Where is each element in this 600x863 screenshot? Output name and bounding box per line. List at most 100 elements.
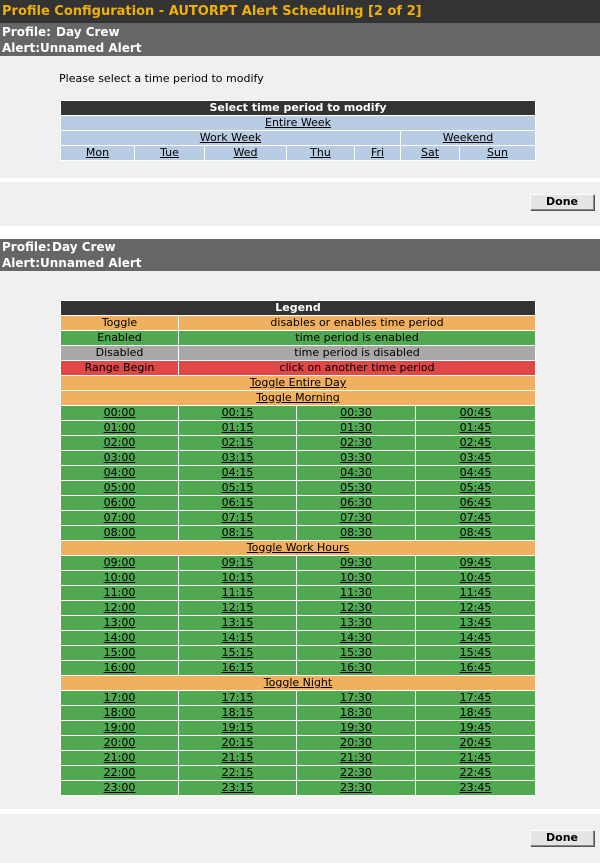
time-slot[interactable]: 20:45 xyxy=(414,735,537,751)
time-slot[interactable]: 09:15 xyxy=(178,555,297,571)
time-slot[interactable]: 03:00 xyxy=(60,450,179,466)
time-slot[interactable]: 12:15 xyxy=(178,600,297,616)
time-slot[interactable]: 01:00 xyxy=(60,420,179,436)
done-button[interactable]: Done xyxy=(530,194,594,210)
done-button[interactable]: Done xyxy=(530,830,594,846)
toggle-entire-day-link[interactable]: Toggle Entire Day xyxy=(59,375,537,391)
time-slot[interactable]: 01:15 xyxy=(178,420,297,436)
time-slot[interactable]: 15:00 xyxy=(60,645,179,661)
time-slot[interactable]: 11:00 xyxy=(60,585,179,601)
time-slot[interactable]: 18:15 xyxy=(178,705,297,721)
time-slot[interactable]: 02:15 xyxy=(178,435,297,451)
time-slot[interactable]: 16:00 xyxy=(60,660,179,676)
time-slot[interactable]: 21:15 xyxy=(178,750,297,766)
time-slot[interactable]: 00:00 xyxy=(60,405,179,421)
time-slot[interactable]: 16:30 xyxy=(296,660,416,676)
time-slot[interactable]: 09:45 xyxy=(414,555,537,571)
time-slot[interactable]: 15:30 xyxy=(296,645,416,661)
time-slot[interactable]: 17:45 xyxy=(414,690,537,706)
day-link-sun[interactable]: Sun xyxy=(459,145,536,161)
time-slot[interactable]: 13:00 xyxy=(60,615,179,631)
day-link-tue[interactable]: Tue xyxy=(134,145,205,161)
time-slot[interactable]: 18:00 xyxy=(60,705,179,721)
time-slot[interactable]: 23:45 xyxy=(414,780,537,796)
time-slot[interactable]: 05:00 xyxy=(60,480,179,496)
time-slot[interactable]: 07:45 xyxy=(414,510,537,526)
time-slot[interactable]: 19:45 xyxy=(414,720,537,736)
time-slot[interactable]: 00:15 xyxy=(178,405,297,421)
time-slot[interactable]: 19:15 xyxy=(178,720,297,736)
time-slot[interactable]: 10:30 xyxy=(296,570,416,586)
time-slot[interactable]: 06:30 xyxy=(296,495,416,511)
time-slot[interactable]: 16:45 xyxy=(414,660,537,676)
day-link-wed[interactable]: Wed xyxy=(204,145,287,161)
time-slot[interactable]: 22:45 xyxy=(414,765,537,781)
time-slot[interactable]: 02:45 xyxy=(414,435,537,451)
time-slot[interactable]: 04:15 xyxy=(178,465,297,481)
day-link-mon[interactable]: Mon xyxy=(60,145,135,161)
time-slot[interactable]: 05:30 xyxy=(296,480,416,496)
time-slot[interactable]: 03:30 xyxy=(296,450,416,466)
entire-week-link[interactable]: Entire Week xyxy=(60,115,536,131)
time-slot[interactable]: 06:15 xyxy=(178,495,297,511)
time-slot[interactable]: 10:45 xyxy=(414,570,537,586)
time-slot[interactable]: 07:00 xyxy=(60,510,179,526)
time-slot[interactable]: 12:45 xyxy=(414,600,537,616)
time-slot[interactable]: 10:15 xyxy=(178,570,297,586)
time-slot[interactable]: 06:00 xyxy=(60,495,179,511)
time-slot[interactable]: 01:30 xyxy=(296,420,416,436)
time-slot[interactable]: 11:45 xyxy=(414,585,537,601)
time-slot[interactable]: 22:15 xyxy=(178,765,297,781)
time-slot[interactable]: 11:30 xyxy=(296,585,416,601)
toggle-work-hours-link[interactable]: Toggle Work Hours xyxy=(59,540,537,556)
time-slot[interactable]: 17:15 xyxy=(178,690,297,706)
time-slot[interactable]: 08:15 xyxy=(178,525,297,541)
time-slot[interactable]: 21:45 xyxy=(414,750,537,766)
day-link-sat[interactable]: Sat xyxy=(400,145,460,161)
work-week-link[interactable]: Work Week xyxy=(60,130,401,146)
time-slot[interactable]: 18:45 xyxy=(414,705,537,721)
time-slot[interactable]: 14:45 xyxy=(414,630,537,646)
time-slot[interactable]: 14:15 xyxy=(178,630,297,646)
time-slot[interactable]: 21:30 xyxy=(296,750,416,766)
time-slot[interactable]: 18:30 xyxy=(296,705,416,721)
time-slot[interactable]: 13:30 xyxy=(296,615,416,631)
time-slot[interactable]: 23:30 xyxy=(296,780,416,796)
time-slot[interactable]: 08:45 xyxy=(414,525,537,541)
time-slot[interactable]: 06:45 xyxy=(414,495,537,511)
toggle-night-link[interactable]: Toggle Night xyxy=(59,675,537,691)
time-slot[interactable]: 09:00 xyxy=(60,555,179,571)
time-slot[interactable]: 07:15 xyxy=(178,510,297,526)
time-slot[interactable]: 00:30 xyxy=(296,405,416,421)
time-slot[interactable]: 12:00 xyxy=(60,600,179,616)
time-slot[interactable]: 17:00 xyxy=(60,690,179,706)
time-slot[interactable]: 02:30 xyxy=(296,435,416,451)
time-slot[interactable]: 21:00 xyxy=(60,750,179,766)
time-slot[interactable]: 02:00 xyxy=(60,435,179,451)
time-slot[interactable]: 17:30 xyxy=(296,690,416,706)
time-slot[interactable]: 14:30 xyxy=(296,630,416,646)
time-slot[interactable]: 14:00 xyxy=(60,630,179,646)
day-link-fri[interactable]: Fri xyxy=(354,145,401,161)
time-slot[interactable]: 11:15 xyxy=(178,585,297,601)
time-slot[interactable]: 20:00 xyxy=(60,735,179,751)
time-slot[interactable]: 20:30 xyxy=(296,735,416,751)
time-slot[interactable]: 22:30 xyxy=(296,765,416,781)
time-slot[interactable]: 07:30 xyxy=(296,510,416,526)
time-slot[interactable]: 20:15 xyxy=(178,735,297,751)
time-slot[interactable]: 00:45 xyxy=(414,405,537,421)
day-link-thu[interactable]: Thu xyxy=(286,145,355,161)
time-slot[interactable]: 10:00 xyxy=(60,570,179,586)
time-slot[interactable]: 13:15 xyxy=(178,615,297,631)
time-slot[interactable]: 15:45 xyxy=(414,645,537,661)
time-slot[interactable]: 23:15 xyxy=(178,780,297,796)
time-slot[interactable]: 13:45 xyxy=(414,615,537,631)
weekend-link[interactable]: Weekend xyxy=(400,130,536,146)
time-slot[interactable]: 04:30 xyxy=(296,465,416,481)
time-slot[interactable]: 12:30 xyxy=(296,600,416,616)
time-slot[interactable]: 23:00 xyxy=(60,780,179,796)
time-slot[interactable]: 19:00 xyxy=(60,720,179,736)
time-slot[interactable]: 22:00 xyxy=(60,765,179,781)
time-slot[interactable]: 04:45 xyxy=(414,465,537,481)
time-slot[interactable]: 19:30 xyxy=(296,720,416,736)
